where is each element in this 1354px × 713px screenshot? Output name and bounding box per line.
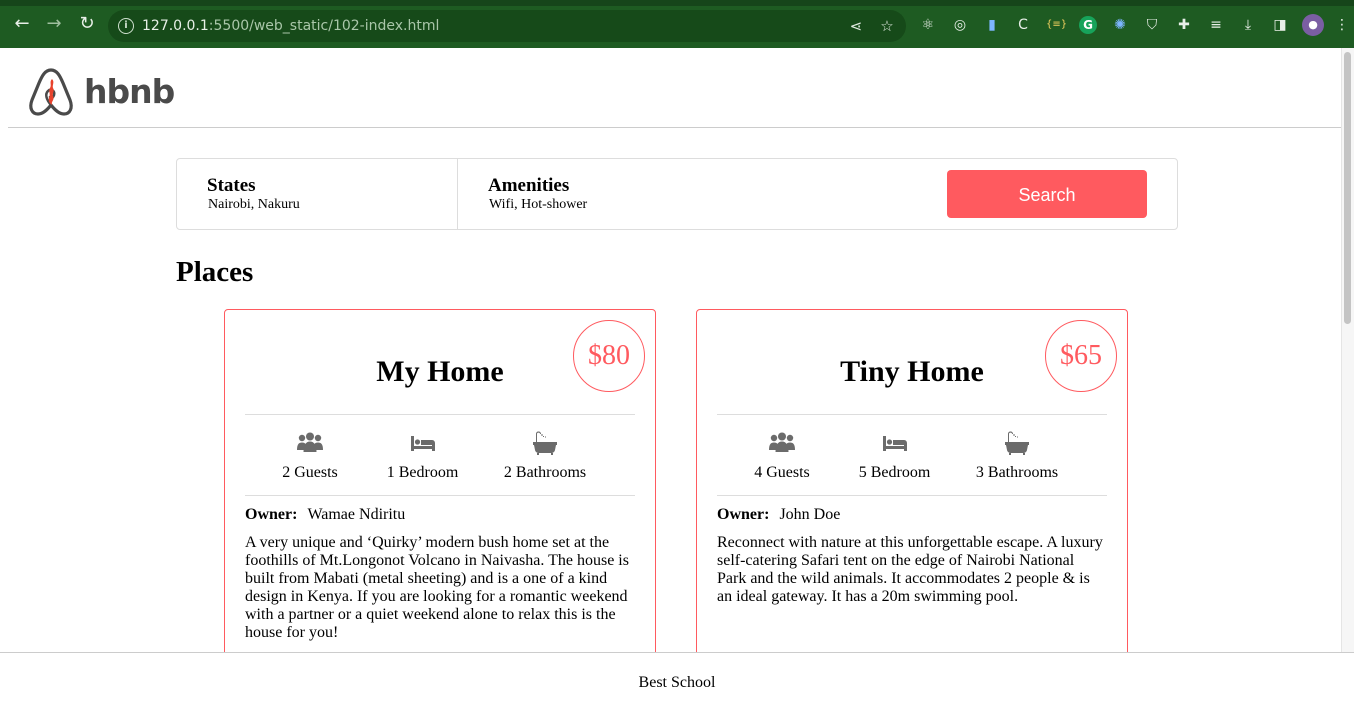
- search-button[interactable]: Search: [947, 170, 1147, 218]
- place-description: A very unique and ‘Quirky’ modern bush h…: [245, 534, 629, 641]
- guests-text: 4 Guests: [754, 464, 810, 481]
- bed-icon: [410, 436, 435, 451]
- owner-name: John Doe: [779, 506, 841, 523]
- hbnb-logo-icon[interactable]: [28, 67, 74, 117]
- divider: [717, 414, 1107, 415]
- place-name: Tiny Home: [840, 355, 984, 388]
- divider: [717, 495, 1107, 496]
- page-scrollbar[interactable]: [1341, 48, 1354, 652]
- divider: [245, 414, 635, 415]
- guests-icon: [769, 432, 795, 452]
- gear-extension-icon[interactable]: ✺: [1111, 16, 1129, 34]
- extensions-puzzle-icon[interactable]: ✚: [1175, 16, 1193, 34]
- bathrooms-text: 3 Bathrooms: [975, 464, 1059, 481]
- grammarly-icon[interactable]: G: [1079, 16, 1097, 34]
- filters-bar: States Nairobi, Nakuru Amenities Wifi, H…: [176, 158, 1178, 230]
- scrollbar-thumb[interactable]: [1344, 52, 1351, 324]
- bathrooms-info: 2 Bathrooms: [485, 430, 605, 482]
- owner-label: Owner:: [245, 506, 298, 523]
- bathtub-icon: [1005, 431, 1029, 455]
- owner-name: Wamae Ndiritu: [307, 506, 406, 523]
- site-info-icon[interactable]: i: [118, 18, 134, 34]
- place-information: 4 Guests 5 Bedroom 3 Bathrooms: [737, 430, 1087, 490]
- guests-text: 2 Guests: [282, 464, 338, 481]
- bookmark-star-icon[interactable]: ☆: [877, 16, 897, 36]
- address-bar[interactable]: i 127.0.0.1:5500/web_static/102-index.ht…: [108, 10, 906, 42]
- side-panel-icon[interactable]: ◨: [1271, 16, 1289, 34]
- code-extension-icon[interactable]: C: [1014, 16, 1032, 34]
- states-filter[interactable]: States Nairobi, Nakuru: [177, 159, 458, 229]
- logo-text[interactable]: hbnb: [84, 72, 175, 112]
- bedrooms-info: 1 Bedroom: [370, 430, 475, 482]
- reload-icon[interactable]: ↻: [77, 14, 97, 34]
- react-devtools-icon[interactable]: ⚛: [919, 16, 937, 34]
- document-extension-icon[interactable]: ▮: [983, 16, 1001, 34]
- amenities-filter[interactable]: Amenities Wifi, Hot-shower: [458, 159, 758, 229]
- bedrooms-text: 1 Bedroom: [386, 464, 459, 481]
- place-card: $65 Tiny Home 4 Guests 5 Bedroom 3 Bathr…: [696, 309, 1128, 671]
- places-heading: Places: [176, 256, 254, 288]
- owner-label: Owner:: [717, 506, 770, 523]
- browser-toolbar: ← → ↻ i 127.0.0.1:5500/web_static/102-in…: [0, 0, 1354, 48]
- json-viewer-icon[interactable]: {≡}: [1046, 16, 1067, 34]
- forward-icon[interactable]: →: [44, 14, 64, 34]
- guests-info: 4 Guests: [737, 430, 827, 482]
- bathtub-icon: [533, 431, 557, 455]
- share-icon[interactable]: ⋖: [846, 16, 866, 36]
- bedrooms-text: 5 Bedroom: [858, 464, 931, 481]
- bathrooms-text: 2 Bathrooms: [503, 464, 587, 481]
- back-icon[interactable]: ←: [12, 14, 32, 34]
- place-information: 2 Guests 1 Bedroom 2 Bathrooms: [265, 430, 615, 490]
- bathrooms-info: 3 Bathrooms: [957, 430, 1077, 482]
- amenities-filter-title: Amenities: [488, 175, 570, 196]
- states-filter-value: Nairobi, Nakuru: [208, 197, 300, 212]
- owner-line: Owner: Wamae Ndiritu: [245, 506, 405, 524]
- divider: [245, 495, 635, 496]
- bedrooms-info: 5 Bedroom: [842, 430, 947, 482]
- download-icon[interactable]: ⤓: [1239, 16, 1257, 34]
- media-queue-icon[interactable]: ≡: [1207, 16, 1225, 34]
- menu-kebab-icon[interactable]: ⋮: [1333, 16, 1351, 34]
- site-header: hbnb: [8, 48, 1343, 128]
- guests-icon: [297, 432, 323, 452]
- bed-icon: [882, 436, 907, 451]
- target-extension-icon[interactable]: ◎: [951, 16, 969, 34]
- place-card: $80 My Home 2 Guests 1 Bedroom 2 Bathroo…: [224, 309, 656, 671]
- url-text[interactable]: 127.0.0.1:5500/web_static/102-index.html: [142, 17, 439, 35]
- guests-info: 2 Guests: [265, 430, 355, 482]
- place-name: My Home: [376, 355, 504, 388]
- states-filter-title: States: [207, 175, 256, 196]
- amenities-filter-value: Wifi, Hot-shower: [489, 197, 588, 212]
- site-footer: Best School: [0, 652, 1354, 712]
- tab-strip: [0, 0, 1354, 6]
- owner-line: Owner: John Doe: [717, 506, 840, 524]
- profile-avatar[interactable]: ●: [1302, 14, 1324, 36]
- shield-icon[interactable]: ⛉: [1143, 16, 1161, 34]
- place-description: Reconnect with nature at this unforgetta…: [717, 534, 1103, 605]
